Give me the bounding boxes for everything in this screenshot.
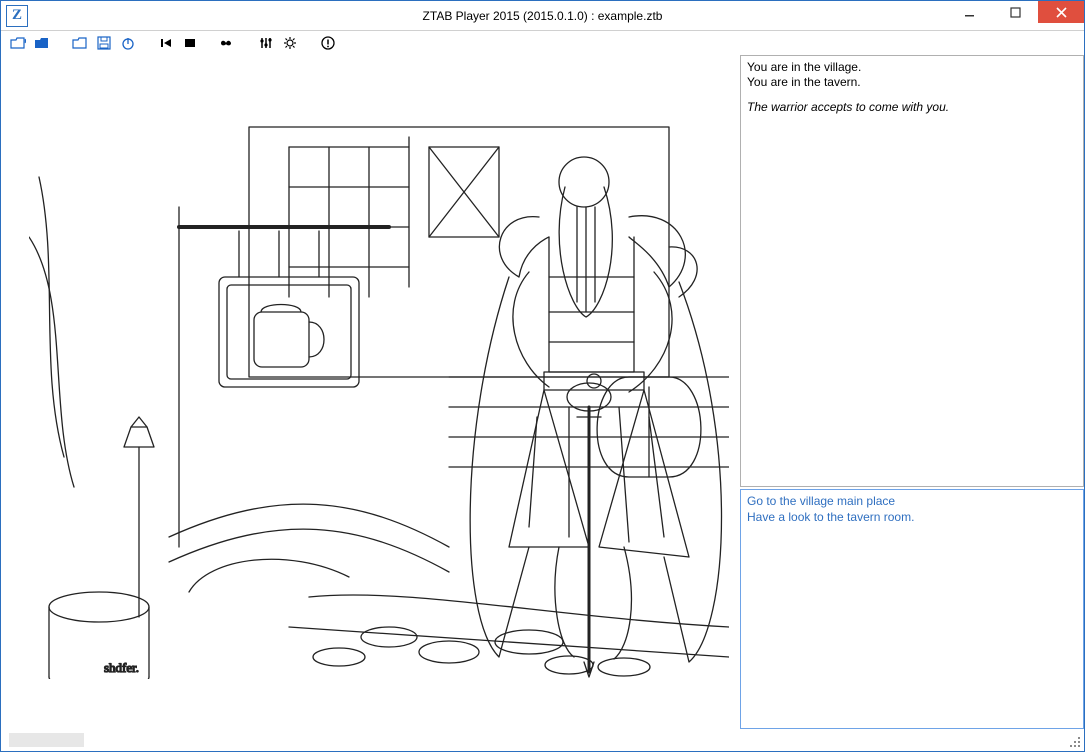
status-bar [1,729,1084,751]
rewind-first-icon[interactable] [157,34,175,52]
story-panel: You are in the village. You are in the t… [740,55,1084,487]
fullscreen-icon[interactable] [181,34,199,52]
info-icon[interactable] [319,34,337,52]
resize-grip-icon[interactable] [1067,734,1081,748]
title-bar: Z ZTAB Player 2015 (2015.0.1.0) : exampl… [1,1,1084,31]
open-file-icon[interactable] [71,34,89,52]
power-icon[interactable] [119,34,137,52]
toolbar [1,31,1084,55]
app-icon: Z [6,5,28,27]
client-area: shdfer. You are in the village. You are … [1,55,1084,729]
svg-text:shdfer.: shdfer. [104,660,139,675]
app-window: Z ZTAB Player 2015 (2015.0.1.0) : exampl… [0,0,1085,752]
choice-link[interactable]: Go to the village main place [747,494,1077,510]
open-folder-icon[interactable] [9,34,27,52]
status-progress [9,733,84,747]
right-column: You are in the village. You are in the t… [739,55,1084,729]
maximize-button[interactable] [992,1,1038,23]
story-line: You are in the village. [747,60,1077,75]
story-event: The warrior accepts to come with you. [747,100,1077,115]
window-title: ZTAB Player 2015 (2015.0.1.0) : example.… [1,9,1084,23]
save-icon[interactable] [95,34,113,52]
view-mask-icon[interactable] [219,34,237,52]
choice-link[interactable]: Have a look to the tavern room. [747,510,1077,526]
settings-gear-icon[interactable] [281,34,299,52]
open-recent-icon[interactable] [33,34,51,52]
equalizer-icon[interactable] [257,34,275,52]
story-line: You are in the tavern. [747,75,1077,90]
scene-image: shdfer. [29,115,729,679]
choices-panel: Go to the village main place Have a look… [740,489,1084,729]
minimize-button[interactable] [946,1,992,23]
window-controls [946,1,1084,30]
scene-pane: shdfer. [1,55,739,729]
close-button[interactable] [1038,1,1084,23]
